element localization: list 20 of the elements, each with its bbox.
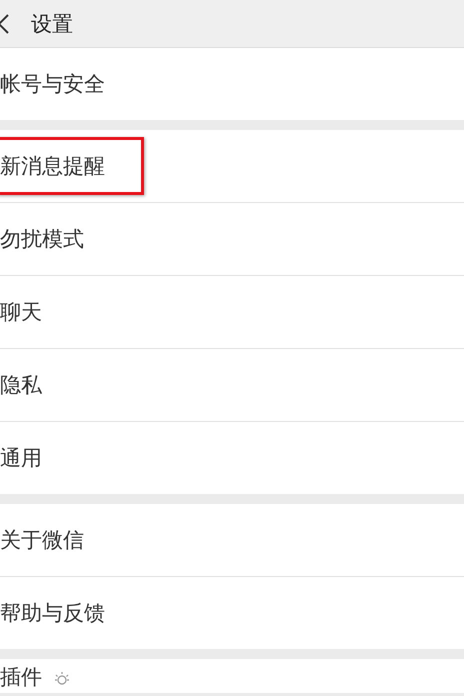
item-label: 帐号与安全 (0, 71, 105, 98)
item-label: 通用 (0, 445, 42, 472)
item-label: 关于微信 (0, 527, 84, 554)
settings-item[interactable]: 通用 (0, 422, 464, 494)
settings-item[interactable]: 勿扰模式 (0, 203, 464, 276)
item-label: 勿扰模式 (0, 226, 84, 253)
item-label: 帮助与反馈 (0, 600, 105, 627)
settings-item[interactable]: 帮助与反馈 (0, 577, 464, 649)
settings-item[interactable]: 关于微信 (0, 504, 464, 577)
page-title: 设置 (31, 10, 73, 38)
settings-item[interactable]: 隐私 (0, 349, 464, 422)
settings-item[interactable]: 插件 (0, 659, 464, 693)
item-label: 隐私 (0, 372, 42, 399)
back-icon[interactable] (0, 14, 9, 34)
item-label: 新消息提醒 (0, 137, 144, 195)
settings-item[interactable]: 聊天 (0, 276, 464, 349)
item-label: 聊天 (0, 299, 42, 326)
settings-item[interactable]: 帐号与安全 (0, 48, 464, 120)
item-label: 插件 (0, 664, 42, 691)
settings-item[interactable]: 新消息提醒 (0, 130, 464, 203)
